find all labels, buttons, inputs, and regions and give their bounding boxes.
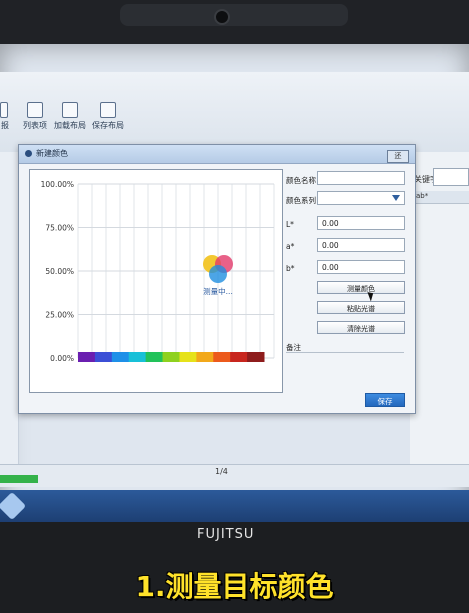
- laptop-screen: 报 列表项 加载布局 保存布局 关键字 ab* 1/4 新建颜色 还 100.0…: [0, 44, 469, 522]
- keyword-input[interactable]: [433, 168, 469, 186]
- start-icon[interactable]: [0, 491, 27, 521]
- y-tick-label: 0.00%: [50, 354, 74, 363]
- new-color-dialog: 新建颜色 还 100.00% 75.00% 50.00% 25.00% 0.00% 测量中…: [18, 144, 416, 414]
- webcam-icon: [214, 9, 230, 25]
- measuring-blue-circle: [209, 265, 227, 283]
- list-icon: [27, 102, 43, 118]
- right-table-header: ab*: [410, 191, 469, 204]
- main-toolbar: 报 列表项 加载布局 保存布局: [0, 72, 469, 153]
- y-tick-label: 50.00%: [45, 267, 74, 276]
- paste-spectrum-button[interactable]: 粘贴光谱: [317, 301, 405, 314]
- progress-bar: [0, 475, 38, 483]
- y-tick-label: 100.00%: [41, 180, 74, 189]
- app-icon: [25, 150, 32, 157]
- load-layout-icon: [62, 102, 78, 118]
- color-series-select[interactable]: [317, 191, 405, 205]
- a-star-input[interactable]: 0.00: [317, 238, 405, 252]
- b-star-label: b*: [286, 264, 295, 273]
- a-star-label: a*: [286, 242, 295, 251]
- brand-logo: FUJITSU: [197, 527, 255, 542]
- dialog-titlebar: 新建颜色 还: [19, 145, 415, 164]
- spectrum-bar-segment: [78, 352, 96, 362]
- list-items-button[interactable]: 列表项: [22, 102, 48, 136]
- spectrum-bar-segment: [247, 352, 265, 362]
- report-icon: [0, 102, 8, 118]
- spectrum-bar-segment: [179, 352, 197, 362]
- spectrum-bar-segment: [213, 352, 231, 362]
- page-indicator: 1/4: [215, 467, 228, 476]
- dialog-title: 新建颜色: [36, 149, 68, 158]
- spectrum-bar-segment: [196, 352, 214, 362]
- l-star-label: L*: [286, 220, 294, 229]
- color-name-input[interactable]: [317, 171, 405, 185]
- y-tick-label: 75.00%: [45, 224, 74, 233]
- spectrum-bar-segment: [111, 352, 130, 362]
- taskbar: [0, 490, 469, 522]
- color-series-label: 颜色系列: [286, 196, 316, 205]
- spectrum-bar-segment: [94, 352, 113, 362]
- webcam-housing: [120, 4, 348, 26]
- spectrum-chart-panel: 100.00% 75.00% 50.00% 25.00% 0.00% 测量中...: [29, 169, 283, 393]
- measuring-status-label: 测量中...: [203, 286, 233, 296]
- dialog-close-button[interactable]: 还: [387, 150, 409, 163]
- save-layout-button[interactable]: 保存布局: [92, 102, 124, 136]
- clear-spectrum-button[interactable]: 清除光谱: [317, 321, 405, 334]
- spectrum-bar-segment: [230, 352, 248, 362]
- left-panel: [0, 152, 19, 472]
- status-bar: [0, 464, 469, 487]
- y-tick-label: 25.00%: [45, 311, 74, 320]
- save-layout-icon: [100, 102, 116, 118]
- column-header: ab*: [416, 192, 429, 200]
- spectrum-bar-segment: [128, 352, 147, 362]
- remark-divider: [286, 352, 404, 353]
- color-name-label: 颜色名称: [286, 176, 316, 185]
- chevron-down-icon: [392, 195, 400, 201]
- load-layout-button[interactable]: 加载布局: [54, 102, 86, 136]
- measure-color-button[interactable]: 测量颜色: [317, 281, 405, 294]
- l-star-input[interactable]: 0.00: [317, 216, 405, 230]
- spectrum-bar-segment: [162, 352, 180, 362]
- video-caption: 1.测量目标颜色: [135, 570, 334, 603]
- toolbar-partial-button[interactable]: 报: [0, 102, 10, 136]
- b-star-input[interactable]: 0.00: [317, 260, 405, 274]
- save-button[interactable]: 保存: [365, 393, 405, 407]
- spectrum-bar-segment: [145, 352, 164, 362]
- spectrum-chart: 100.00% 75.00% 50.00% 25.00% 0.00% 测量中...: [41, 180, 275, 363]
